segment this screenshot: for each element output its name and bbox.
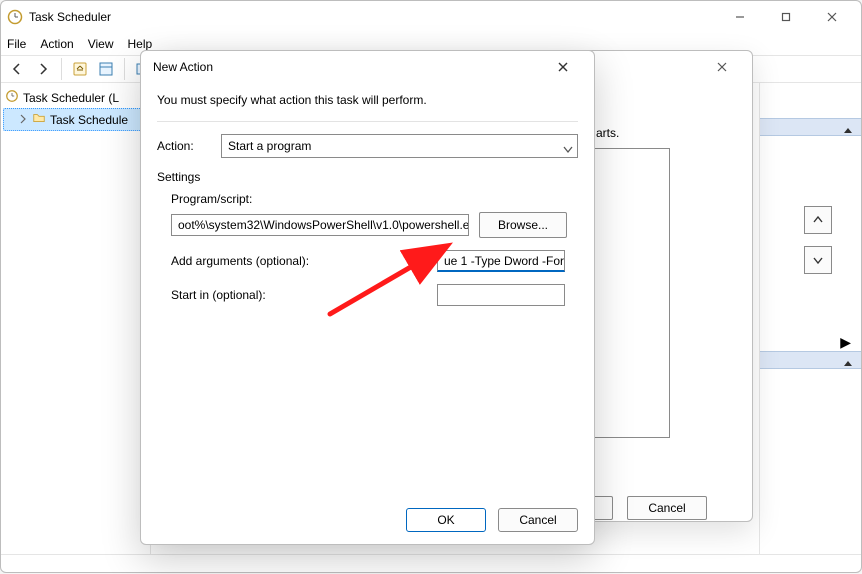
tree-library-label: Task Schedule [50,113,128,127]
program-label: Program/script: [171,192,578,206]
clock-icon [7,9,23,25]
chevron-down-icon [563,143,573,157]
arguments-label: Add arguments (optional): [171,254,437,268]
move-up-button[interactable] [804,206,832,234]
action-value: Start a program [228,139,311,153]
startin-input[interactable] [437,284,565,306]
close-button[interactable] [809,1,855,33]
tree-root-label: Task Scheduler (L [23,91,119,105]
tree-root[interactable]: Task Scheduler (L [3,87,148,108]
actions-pane: ▶ [759,83,861,554]
maximize-button[interactable] [763,1,809,33]
action-combobox[interactable]: Start a program [221,134,578,158]
startin-label: Start in (optional): [171,288,437,302]
tree-panel: Task Scheduler (L Task Schedule [1,83,151,554]
menu-view[interactable]: View [88,37,114,51]
clock-icon [5,89,19,106]
ok-button[interactable]: OK [406,508,486,532]
close-button[interactable] [702,51,742,83]
back-cancel-button[interactable]: Cancel [627,496,707,520]
titlebar: Task Scheduler [1,1,861,33]
minimize-button[interactable] [717,1,763,33]
settings-groupbox-label: Settings [157,170,578,184]
chevron-right-icon [18,113,28,127]
up-button[interactable] [68,57,92,81]
cancel-button[interactable]: Cancel [498,508,578,532]
move-down-button[interactable] [804,246,832,274]
window-controls [717,1,855,33]
instruction-text: You must specify what action this task w… [157,93,578,107]
collapse-icon[interactable] [843,356,853,374]
statusbar [1,554,861,574]
arguments-input[interactable]: ue 1 -Type Dword -Force [437,250,565,272]
forward-button[interactable] [31,57,55,81]
action-label: Action: [157,139,213,153]
dialog-title: New Action [153,60,213,74]
window-title: Task Scheduler [29,10,111,24]
back-message-fragment: arts. [596,126,619,140]
more-indicator[interactable]: ▶ [760,334,861,351]
menu-action[interactable]: Action [40,37,73,51]
menu-file[interactable]: File [7,37,26,51]
pane-button[interactable] [94,57,118,81]
close-button[interactable] [544,53,582,81]
actions-listbox-fragment[interactable] [595,148,670,438]
collapse-icon[interactable] [843,123,853,141]
actions-section-2 [760,351,861,369]
browse-button[interactable]: Browse... [479,212,567,238]
new-action-dialog: New Action You must specify what action … [140,50,595,545]
menu-help[interactable]: Help [128,37,153,51]
folder-icon [32,111,46,128]
back-button[interactable] [5,57,29,81]
tree-library[interactable]: Task Schedule [3,108,148,131]
program-input[interactable]: oot%\system32\WindowsPowerShell\v1.0\pow… [171,214,469,236]
actions-section-1 [760,118,861,136]
